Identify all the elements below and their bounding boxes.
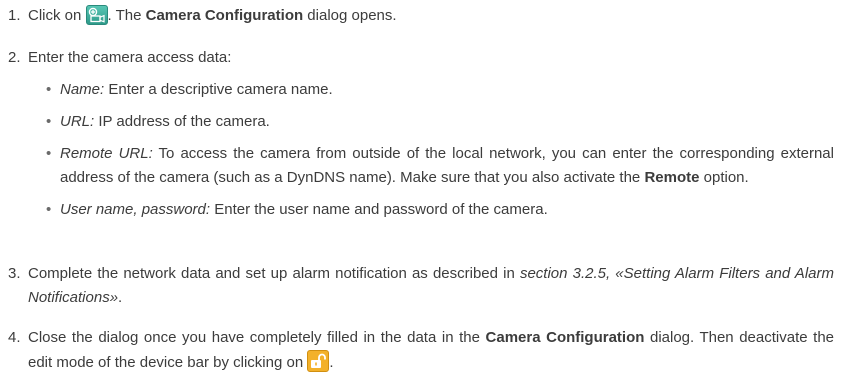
bullet-dot: •: [46, 113, 52, 130]
unlock-icon[interactable]: [307, 350, 330, 372]
bullet-dot: •: [46, 81, 52, 98]
list-item: • Name: Enter a descriptive camera name.: [46, 78, 834, 102]
step-number: 2.: [8, 49, 21, 66]
access-data-list: • Name: Enter a descriptive camera name. …: [46, 78, 834, 222]
list-item: • Remote URL: To access the camera from o…: [46, 142, 834, 190]
step-text: Enter the camera access data:: [28, 49, 232, 66]
step-text: Complete the network data and set up ala…: [28, 265, 834, 306]
step-1: 1. Click on . The Camera Configuration d…: [8, 4, 834, 28]
step-text: Close the dialog once you have completel…: [28, 329, 834, 372]
step-3: 3. Complete the network data and set up …: [8, 262, 834, 310]
step-2: 2. Enter the camera access data:: [8, 46, 834, 70]
camera-add-icon[interactable]: [85, 5, 108, 25]
list-item: • URL: IP address of the camera.: [46, 110, 834, 134]
step-4: 4. Close the dialog once you have comple…: [8, 326, 834, 375]
list-item: • User name, password: Enter the user nam…: [46, 198, 834, 222]
bullet-dot: •: [46, 145, 52, 162]
step-text: Click on . The Camera Configuration dial…: [28, 5, 397, 25]
step-number: 4.: [8, 329, 21, 346]
bullet-dot: •: [46, 201, 52, 218]
step-number: 3.: [8, 265, 21, 282]
step-number: 1.: [8, 7, 21, 24]
